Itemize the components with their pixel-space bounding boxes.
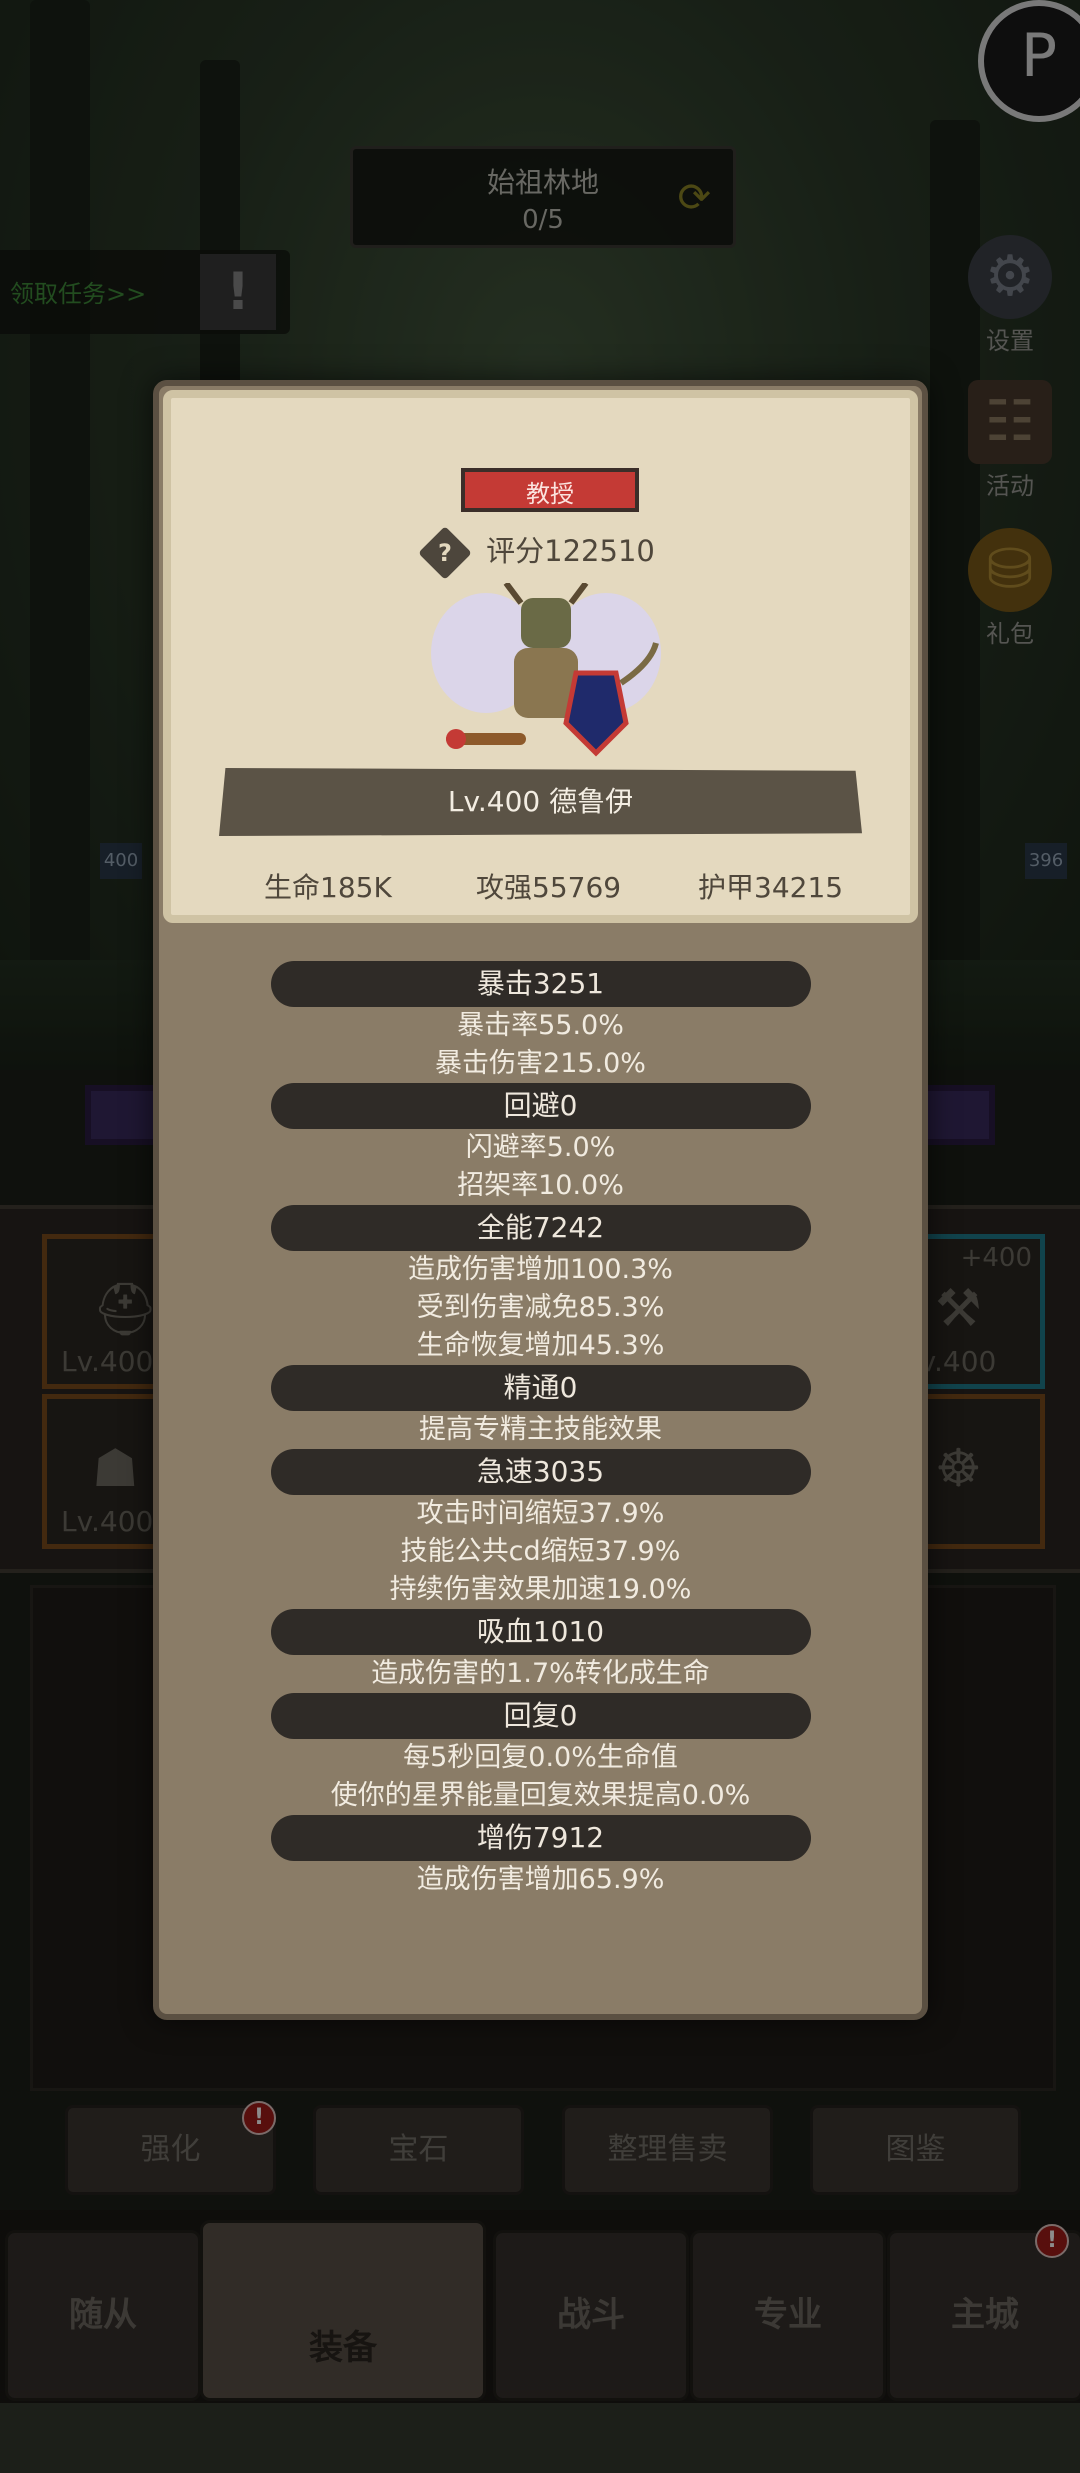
section-header: 回复0 <box>270 1693 811 1739</box>
druid-portrait <box>431 583 661 757</box>
title-tag: 教授 <box>461 468 639 512</box>
attribute-line: 攻击时间缩短37.9% <box>416 1498 665 1529</box>
section-header: 精通0 <box>270 1365 811 1411</box>
armor-stat: 护甲34215 <box>698 871 844 904</box>
attribute-line: 招架率10.0% <box>457 1170 624 1201</box>
attribute-line: 使你的星界能量回复效果提高0.0% <box>330 1780 751 1811</box>
attribute-line: 每5秒回复0.0%生命值 <box>403 1742 678 1773</box>
attribute-line: 暴击伤害215.0% <box>435 1048 646 1079</box>
attribute-line: 持续伤害效果加速19.0% <box>389 1574 692 1605</box>
section-header: 吸血1010 <box>270 1609 811 1655</box>
attribute-line: 暴击率55.0% <box>457 1010 624 1041</box>
score-label: 评分122510 <box>486 534 655 568</box>
section-header: 增伤7912 <box>270 1815 811 1861</box>
help-icon[interactable]: ? <box>418 526 473 580</box>
character-detail-modal: 教授 ? 评分122510 Lv.400 德鲁伊 生命185K 攻强55769 护… <box>153 380 928 2020</box>
score-row: ? 评分122510 <box>171 526 910 580</box>
hp-stat: 生命185K <box>264 871 392 904</box>
attribute-line: 造成伤害的1.7%转化成生命 <box>371 1658 710 1689</box>
attribute-line: 造成伤害增加100.3% <box>408 1254 673 1285</box>
section-header: 回避0 <box>270 1083 811 1129</box>
attribute-list: 暴击3251 暴击率55.0% 暴击伤害215.0% 回避0 闪避率5.0% 招… <box>159 961 922 1899</box>
attribute-line: 提高专精主技能效果 <box>419 1414 662 1445</box>
section-header: 暴击3251 <box>270 961 811 1007</box>
section-header: 急速3035 <box>270 1449 811 1495</box>
attribute-line: 生命恢复增加45.3% <box>416 1330 665 1361</box>
attribute-line: 闪避率5.0% <box>465 1132 616 1163</box>
attribute-line: 造成伤害增加65.9% <box>416 1864 665 1895</box>
attribute-line: 受到伤害减免85.3% <box>416 1292 665 1323</box>
hero-name: Lv.400 德鲁伊 <box>219 768 862 836</box>
attack-stat: 攻强55769 <box>476 871 622 904</box>
section-header: 全能7242 <box>270 1205 811 1251</box>
character-card: 教授 ? 评分122510 Lv.400 德鲁伊 生命185K 攻强55769 护… <box>163 390 918 923</box>
attribute-line: 技能公共cd缩短37.9% <box>400 1536 681 1567</box>
